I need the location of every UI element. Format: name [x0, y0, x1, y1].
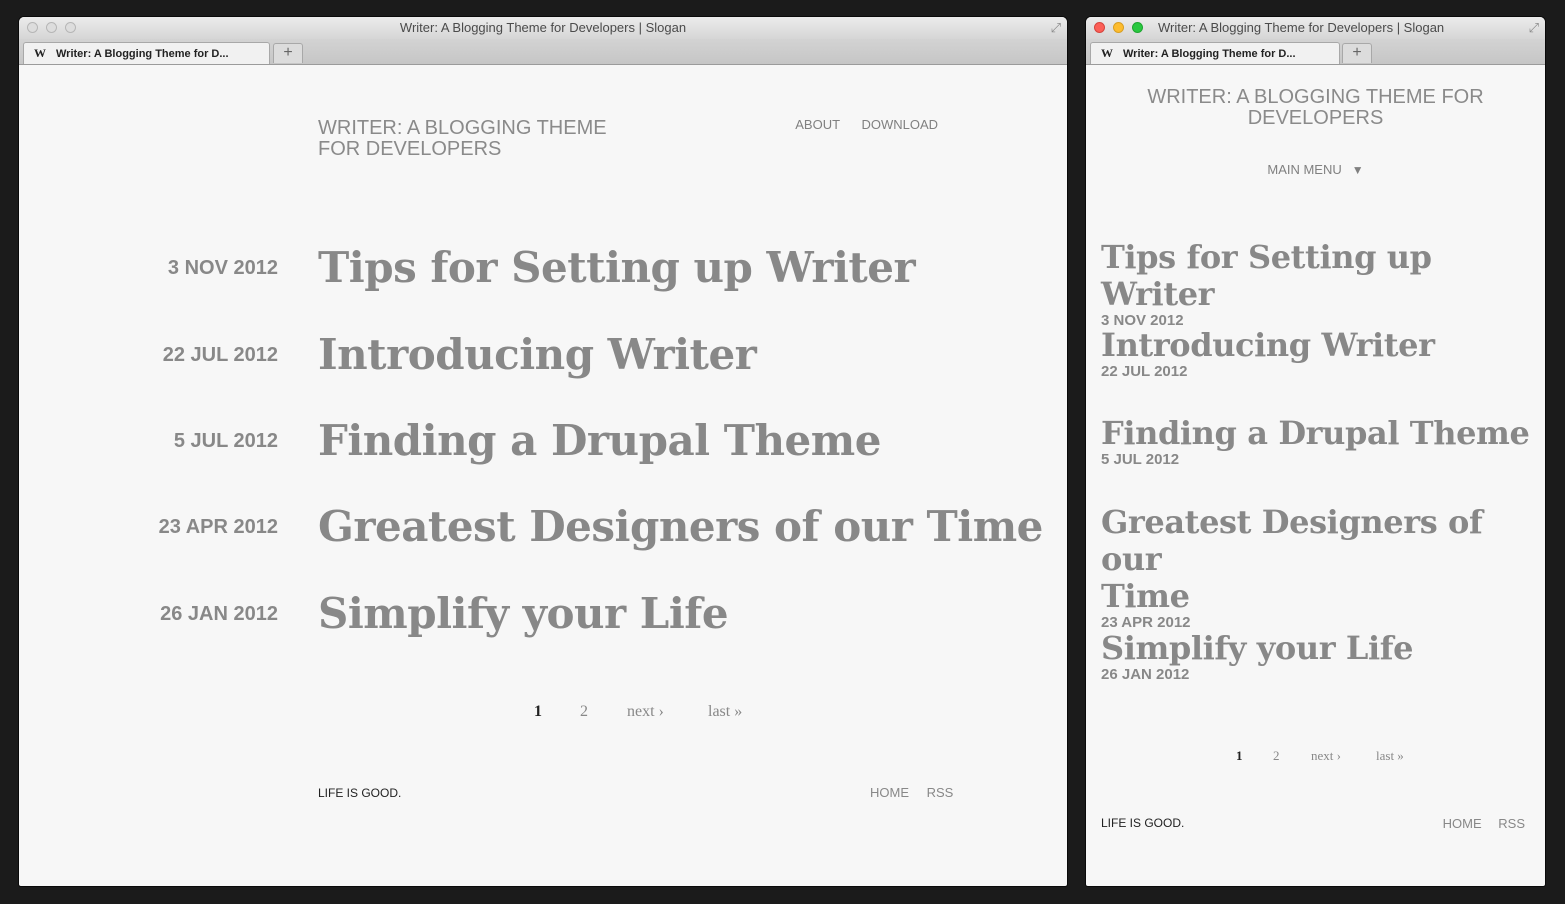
post-date: 26 JAN 2012 [1101, 666, 1190, 683]
post-title-link[interactable]: Finding a Drupal Theme [1101, 415, 1530, 452]
site-title[interactable]: WRITER: A BLOGGING THEME FOR DEVELOPERS [1086, 87, 1545, 129]
site-title-line: DEVELOPERS [1247, 107, 1384, 129]
main-menu-label: MAIN MENU [1267, 162, 1342, 177]
post-title-link[interactable]: Simplify your Life [318, 589, 729, 638]
tab-bar: W Writer: A Blogging Theme for D... + [1086, 39, 1545, 65]
pager-last[interactable]: last » [1376, 748, 1404, 764]
pager-next[interactable]: next › [1311, 748, 1341, 764]
minimize-window-icon[interactable] [1113, 22, 1124, 33]
page-content: WRITER: A BLOGGING THEME FOR DEVELOPERS … [1086, 65, 1545, 886]
pager-current: 1 [534, 703, 542, 720]
favicon-icon: W [34, 46, 46, 60]
browser-tab[interactable]: W Writer: A Blogging Theme for D... [23, 42, 270, 64]
browser-tab[interactable]: W Writer: A Blogging Theme for D... [1090, 42, 1340, 64]
post-date: 22 JUL 2012 [162, 344, 278, 366]
post-date: 23 APR 2012 [158, 516, 278, 538]
title-bar[interactable]: Writer: A Blogging Theme for Developers … [19, 17, 1067, 39]
footer-rss-link[interactable]: RSS [927, 785, 954, 800]
browser-window-mobile: Writer: A Blogging Theme for Developers … [1086, 17, 1545, 886]
footer-slogan: LIFE IS GOOD. [318, 786, 402, 800]
post-item: Tips for Setting up Writer 3 NOV 2012 [1101, 239, 1530, 329]
page-content: WRITER: A BLOGGING THEME FOR DEVELOPERS … [19, 65, 1067, 886]
post-title-link[interactable]: Greatest Designers of our Time [318, 502, 1043, 551]
post-date: 26 JAN 2012 [160, 603, 278, 625]
nav-about-link[interactable]: ABOUT [795, 117, 840, 132]
site-title-line: FOR DEVELOPERS [318, 138, 502, 160]
site-title-line: WRITER: A BLOGGING THEME FOR [1147, 86, 1484, 108]
nav-download-link[interactable]: DOWNLOAD [861, 117, 938, 132]
footer-rss-link[interactable]: RSS [1498, 816, 1525, 831]
close-window-icon[interactable] [1094, 22, 1105, 33]
new-tab-button[interactable]: + [1342, 43, 1372, 63]
post-title-link[interactable]: Tips for Setting up Writer [318, 243, 916, 292]
post-date: 3 NOV 2012 [167, 257, 278, 279]
pager-current: 1 [1236, 748, 1243, 763]
post-title-link[interactable]: Greatest Designers of our Time [1101, 504, 1530, 615]
zoom-window-icon[interactable] [1132, 22, 1143, 33]
title-bar[interactable]: Writer: A Blogging Theme for Developers … [1086, 17, 1545, 39]
fullscreen-icon[interactable]: ⤢ [1529, 20, 1539, 36]
window-title: Writer: A Blogging Theme for Developers … [1158, 20, 1445, 35]
window-title: Writer: A Blogging Theme for Developers … [399, 20, 687, 35]
post-title-line: Greatest Designers of our [1101, 503, 1483, 578]
post-title-link[interactable]: Introducing Writer [1101, 327, 1530, 364]
post-date: 5 JUL 2012 [1101, 451, 1180, 468]
footer-home-link[interactable]: HOME [870, 785, 909, 800]
footer-slogan: LIFE IS GOOD. [1101, 816, 1185, 830]
post-title-link[interactable]: Introducing Writer [318, 330, 757, 379]
fullscreen-icon[interactable]: ⤢ [1051, 20, 1061, 36]
post-title-link[interactable]: Finding a Drupal Theme [318, 416, 881, 465]
post-date: 22 JUL 2012 [1101, 363, 1188, 380]
site-title-line: WRITER: A BLOGGING THEME [318, 117, 607, 139]
footer-links: HOME RSS [870, 785, 967, 800]
pager-next[interactable]: next › [627, 703, 664, 721]
favicon-icon: W [1101, 46, 1113, 60]
tab-label: Writer: A Blogging Theme for D... [56, 47, 229, 60]
tab-label: Writer: A Blogging Theme for D... [1123, 47, 1296, 60]
post-item: Finding a Drupal Theme 5 JUL 2012 [1101, 415, 1530, 468]
browser-window-desktop: Writer: A Blogging Theme for Developers … [19, 17, 1067, 886]
site-title[interactable]: WRITER: A BLOGGING THEME FOR DEVELOPERS [318, 118, 618, 160]
pager-page-2[interactable]: 2 [580, 703, 588, 721]
post-item: Greatest Designers of our Time 23 APR 20… [1101, 504, 1530, 631]
main-nav: ABOUT DOWNLOAD [777, 117, 938, 132]
post-title-line: Time [1101, 577, 1190, 615]
post-item: Introducing Writer 22 JUL 2012 [1101, 327, 1530, 380]
post-title-link[interactable]: Simplify your Life [1101, 630, 1530, 667]
post-item: Simplify your Life 26 JAN 2012 [1101, 630, 1530, 683]
footer-home-link[interactable]: HOME [1443, 816, 1482, 831]
triangle-down-icon: ▼ [1351, 163, 1364, 177]
pager-page-2[interactable]: 2 [1273, 748, 1280, 764]
new-tab-button[interactable]: + [273, 43, 303, 63]
footer-links: HOME RSS [1430, 816, 1525, 831]
main-menu-toggle[interactable]: MAIN MENU ▼ [1086, 162, 1545, 177]
window-controls [1094, 22, 1151, 33]
post-title-link[interactable]: Tips for Setting up Writer [1101, 239, 1530, 313]
post-date: 5 JUL 2012 [173, 430, 278, 452]
pager-last[interactable]: last » [708, 703, 742, 721]
tab-bar: W Writer: A Blogging Theme for D... + [19, 39, 1067, 65]
